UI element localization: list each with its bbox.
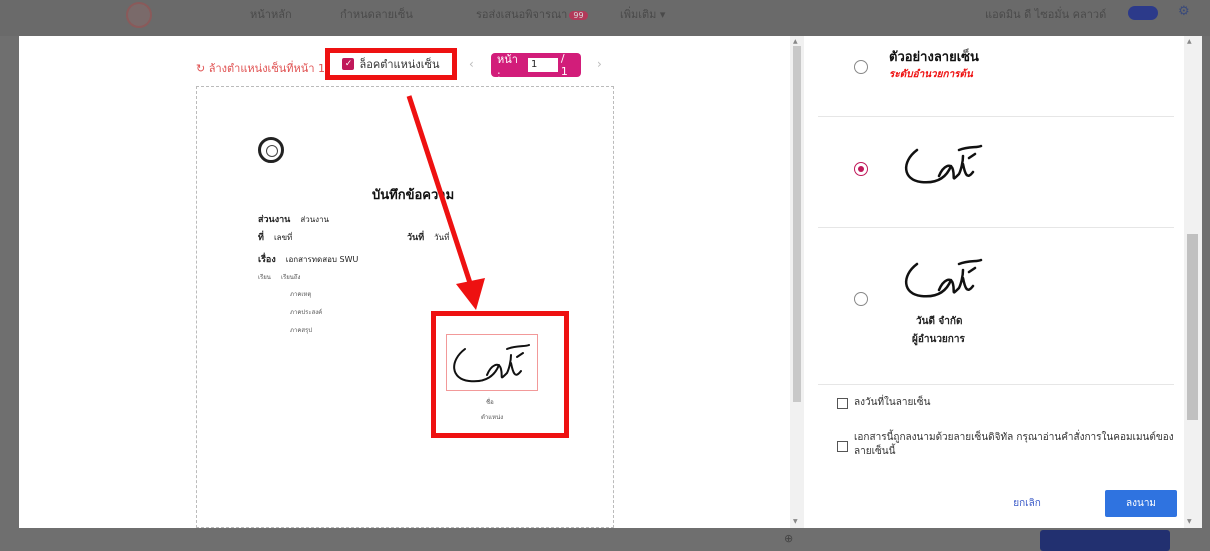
zoom-icon: ⊕ [784, 532, 794, 545]
lock-position-checkbox[interactable]: ✓ ล็อคตำแหน่งเซ็น [325, 48, 457, 80]
doc-purpose: ภาคประสงค์ [290, 309, 323, 316]
signature-options-pane: ตัวอย่างลายเซ็น ระดับอำนวยการต้น วันดี จ… [804, 36, 1202, 528]
page-input[interactable]: 1 [528, 58, 558, 72]
page-selector: หน้า : 1 / 1 [491, 52, 581, 81]
signature-name-line: ชื่อ [486, 399, 494, 406]
document-scroll-thumb[interactable] [793, 46, 801, 402]
doc-subject: เรื่อง เอกสารทดสอบ SWU [258, 255, 359, 265]
doc-dept: ส่วนงาน ส่วนงาน [258, 215, 330, 225]
cancel-button[interactable]: ยกเลิก [1002, 491, 1052, 517]
digital-signature-label: เอกสารนี้ถูกลงนามด้วยลายเซ็นดิจิทัล กรุณ… [854, 432, 1174, 457]
date-in-signature-label: ลงวันที่ในลายเซ็น [854, 397, 931, 408]
sample-subtitle: ระดับอำนวยการต้น [889, 69, 973, 80]
bg-nav-pending: รอส่งเสนอพิจารณา 99 [476, 5, 588, 23]
date-in-signature-checkbox[interactable] [837, 398, 848, 409]
signature-modal: ↻ ล้างตำแหน่งเซ็นที่หน้า 1 ✓ ล็อคตำแหน่ง… [19, 36, 1202, 528]
gear-icon: ⚙ [1178, 4, 1190, 19]
scroll-down-icon[interactable]: ▼ [1187, 518, 1192, 525]
sign-button[interactable]: ลงนาม [1105, 490, 1177, 517]
bg-button [1040, 530, 1170, 551]
doc-to-label: เรียน [258, 274, 271, 281]
document-scrollbar[interactable]: ▲ ▼ [790, 36, 804, 528]
lock-position-label: ล็อคตำแหน่งเซ็น [359, 58, 440, 71]
doc-reason: ภาคเหตุ [290, 291, 312, 298]
divider [818, 227, 1174, 228]
doc-summary: ภาคสรุป [290, 327, 313, 334]
divider [818, 384, 1174, 385]
bg-toggle [1128, 6, 1158, 20]
options-scroll-thumb[interactable] [1187, 234, 1198, 420]
doc-to-value: เรียนถึง [281, 274, 301, 281]
document-pane: ↻ ล้างตำแหน่งเซ็นที่หน้า 1 ✓ ล็อคตำแหน่ง… [19, 36, 790, 528]
signature-option-2-image[interactable] [899, 136, 989, 191]
bg-nav-more: เพิ่มเติม ▾ [620, 8, 666, 21]
bg-nav-signature: กำหนดลายเซ็น [340, 8, 413, 21]
background-navbar: หน้าหลัก กำหนดลายเซ็น รอส่งเสนอพิจารณา 99… [0, 0, 1210, 36]
placed-signature[interactable] [446, 334, 538, 391]
reset-position-link[interactable]: ↻ ล้างตำแหน่งเซ็นที่หน้า 1 [196, 59, 325, 77]
option3-role: ผู้อำนวยการ [912, 334, 965, 345]
signature-option-3-image[interactable] [899, 250, 989, 305]
divider [818, 116, 1174, 117]
sample-title: ตัวอย่างลายเซ็น [889, 50, 979, 65]
annotation-arrow-icon [406, 95, 485, 310]
digital-signature-checkbox[interactable] [837, 441, 848, 452]
signature-position-line: ตำแหน่ง [481, 414, 504, 421]
garuda-emblem-icon [258, 137, 284, 163]
doc-number: ที่ เลขที่ [258, 233, 293, 243]
bg-pending-badge: 99 [569, 11, 588, 20]
chevron-left-icon[interactable]: ‹ [469, 57, 474, 71]
signature-icon [453, 344, 530, 383]
signature-option-radio-2[interactable] [854, 162, 868, 176]
options-scrollbar[interactable]: ▲ ▼ [1184, 36, 1202, 528]
chevron-right-icon[interactable]: › [597, 57, 602, 71]
bg-nav-home: หน้าหลัก [250, 8, 292, 21]
option3-company: วันดี จำกัด [916, 316, 963, 327]
scroll-up-icon[interactable]: ▲ [1187, 38, 1192, 45]
signature-option-radio-1[interactable] [854, 60, 868, 74]
page-label: หน้า : [497, 52, 518, 81]
background-logo [126, 2, 152, 28]
bg-user-name: แอดมิน ดี ไซอมั่น คลาวด์ [985, 8, 1107, 21]
checkbox-checked-icon: ✓ [342, 58, 355, 70]
scroll-up-icon[interactable]: ▲ [793, 38, 798, 45]
page-total: / 1 [560, 52, 568, 78]
signature-option-radio-3[interactable] [854, 292, 868, 306]
scroll-down-icon[interactable]: ▼ [793, 518, 798, 525]
